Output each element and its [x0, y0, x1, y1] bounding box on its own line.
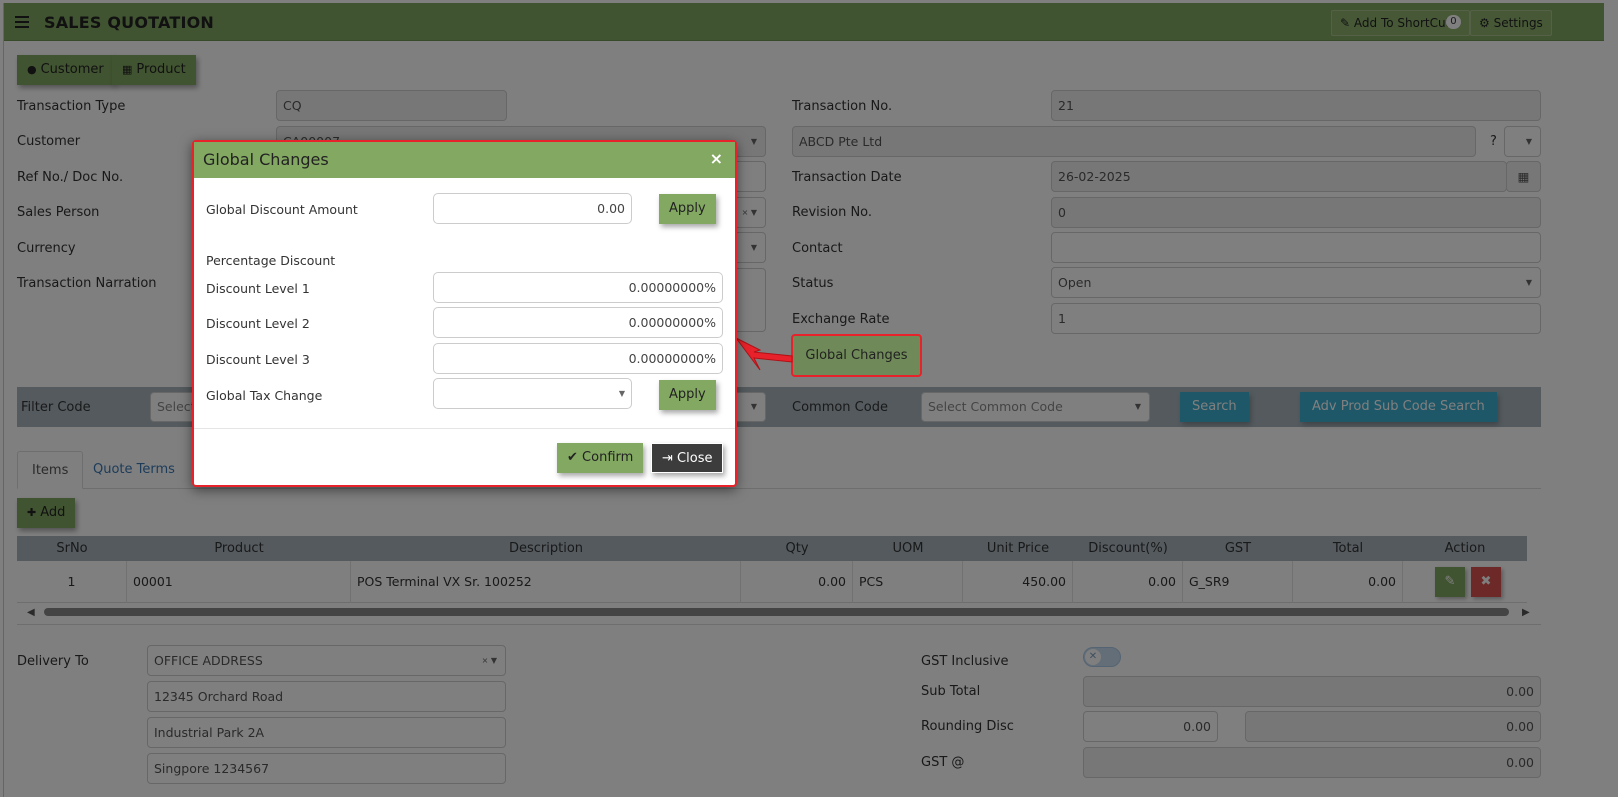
discount-level-3-input[interactable]: 0.00000000%: [433, 343, 723, 374]
confirm-button[interactable]: ✔ Confirm: [557, 443, 644, 473]
modal-footer-divider: [194, 428, 735, 429]
confirm-label: Confirm: [582, 450, 634, 465]
modal-header: Global Changes ×: [194, 142, 735, 178]
discount-level-2-label: Discount Level 2: [206, 316, 310, 331]
close-label: Close: [677, 451, 713, 466]
modal-title: Global Changes: [203, 150, 329, 169]
apply-discount-button[interactable]: Apply: [659, 194, 716, 224]
global-changes-button[interactable]: Global Changes: [791, 334, 922, 377]
discount-level-1-input[interactable]: 0.00000000%: [433, 272, 723, 303]
percentage-discount-label: Percentage Discount: [206, 253, 336, 268]
discount-level-2-input[interactable]: 0.00000000%: [433, 307, 723, 338]
arrow-annotation-icon: [735, 337, 793, 371]
global-tax-change-select[interactable]: ▼: [433, 378, 632, 409]
discount-level-1-label: Discount Level 1: [206, 281, 310, 296]
close-icon[interactable]: ×: [710, 149, 723, 168]
global-tax-change-label: Global Tax Change: [206, 388, 323, 403]
discount-level-3-label: Discount Level 3: [206, 352, 310, 367]
chevron-down-icon: ▼: [618, 389, 625, 398]
sign-out-icon: ⇥: [662, 451, 673, 466]
close-button[interactable]: ⇥ Close: [651, 443, 724, 473]
global-discount-input[interactable]: 0.00: [433, 193, 632, 224]
apply-tax-button[interactable]: Apply: [659, 380, 716, 410]
check-icon: ✔: [567, 450, 578, 465]
global-discount-label: Global Discount Amount: [206, 202, 358, 217]
global-changes-modal: Global Changes × Global Discount Amount …: [192, 140, 737, 487]
